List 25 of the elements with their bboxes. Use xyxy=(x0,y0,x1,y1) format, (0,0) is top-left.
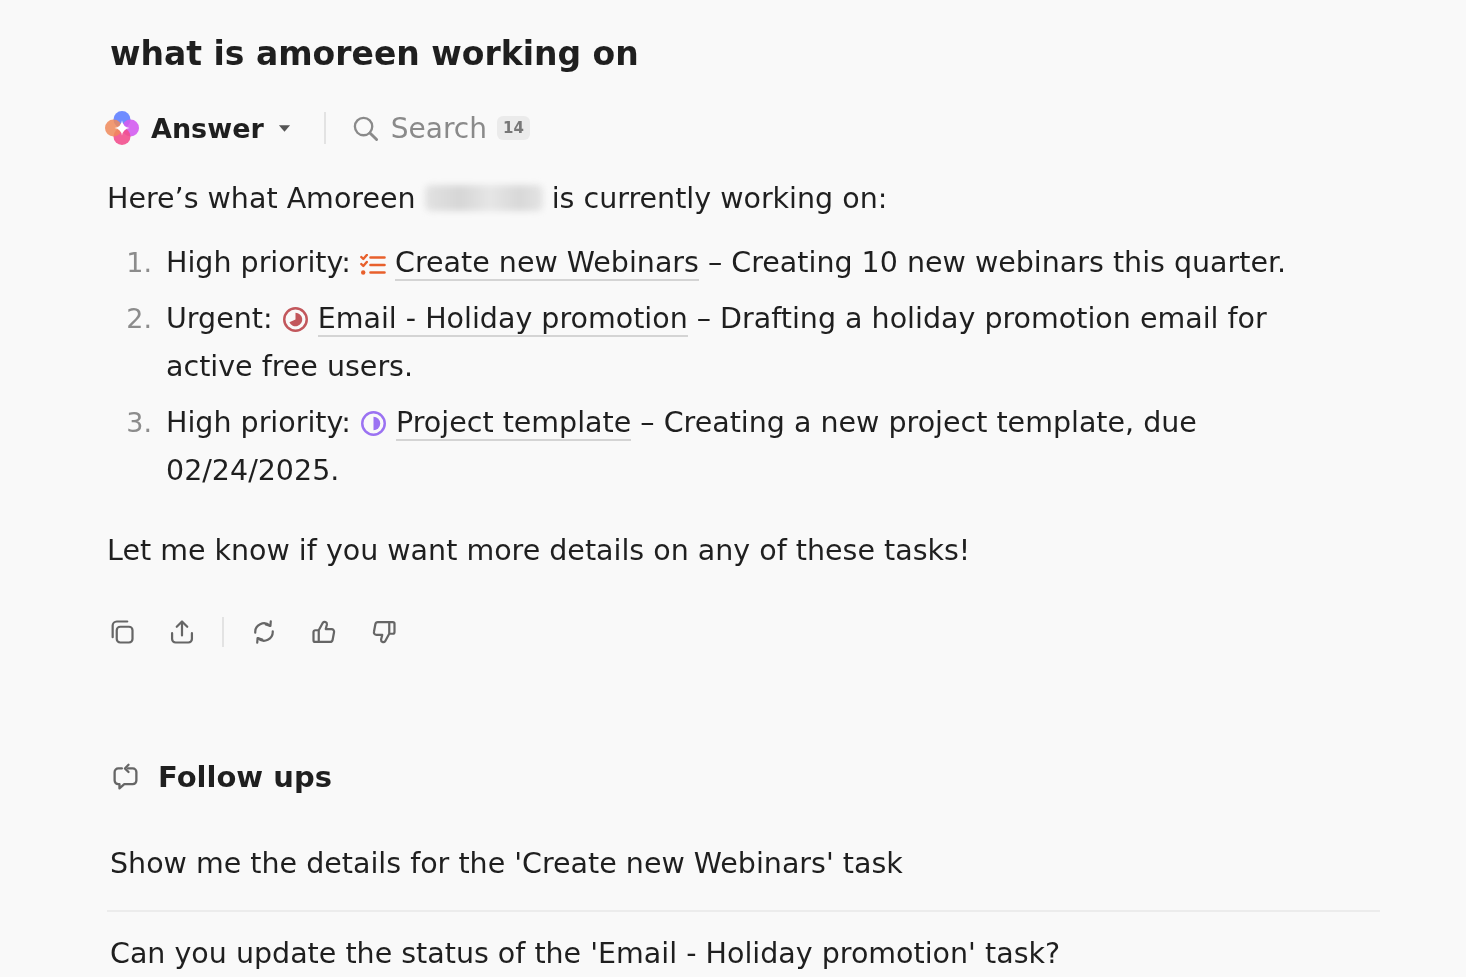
list-number: 3. xyxy=(126,406,153,440)
task-link[interactable]: Create new Webinars xyxy=(395,246,699,281)
flower-logo-icon xyxy=(104,110,140,146)
chat-loop-icon xyxy=(111,762,140,792)
count-badge: 14 xyxy=(496,116,530,140)
share-icon xyxy=(168,618,196,646)
caret-icon xyxy=(277,123,291,133)
list-item-text: High priority: Project template – Creating a new project template, due 02/24/2025. xyxy=(166,405,1198,489)
follow-ups-heading: Follow ups xyxy=(158,759,332,796)
follow-up-item[interactable]: Can you update the status of the 'Email - Holiday promotion' task? xyxy=(107,910,1380,974)
thumbs-down-icon xyxy=(370,618,398,646)
closing-text: Let me know if you want more details on any of these tasks! xyxy=(107,533,972,569)
search-icon xyxy=(351,114,379,142)
list-item-text: Urgent: Email - Holiday promotion – Drafting a holiday promotion email for active free users. xyxy=(166,301,1268,385)
list-number: 2. xyxy=(126,302,153,336)
list-item-text: High priority: Create new Webinars – Creating 10 new webinars this quarter. xyxy=(166,245,1288,283)
task-link[interactable]: Email - Holiday promotion xyxy=(317,302,688,337)
task-link[interactable]: Project template xyxy=(396,406,632,441)
follow-up-item[interactable]: Show me the details for the 'Create new Webinars' task xyxy=(107,818,1380,910)
intro-text: Here’s what Amoreen is currently working on: xyxy=(107,181,889,217)
list-number: 1. xyxy=(126,246,153,280)
search-tab[interactable]: Search 14 xyxy=(351,111,530,145)
thumbs-up-icon xyxy=(310,618,338,646)
answer-tab[interactable]: Answer xyxy=(104,110,291,146)
query-title: what is amoreen working on xyxy=(110,33,640,75)
